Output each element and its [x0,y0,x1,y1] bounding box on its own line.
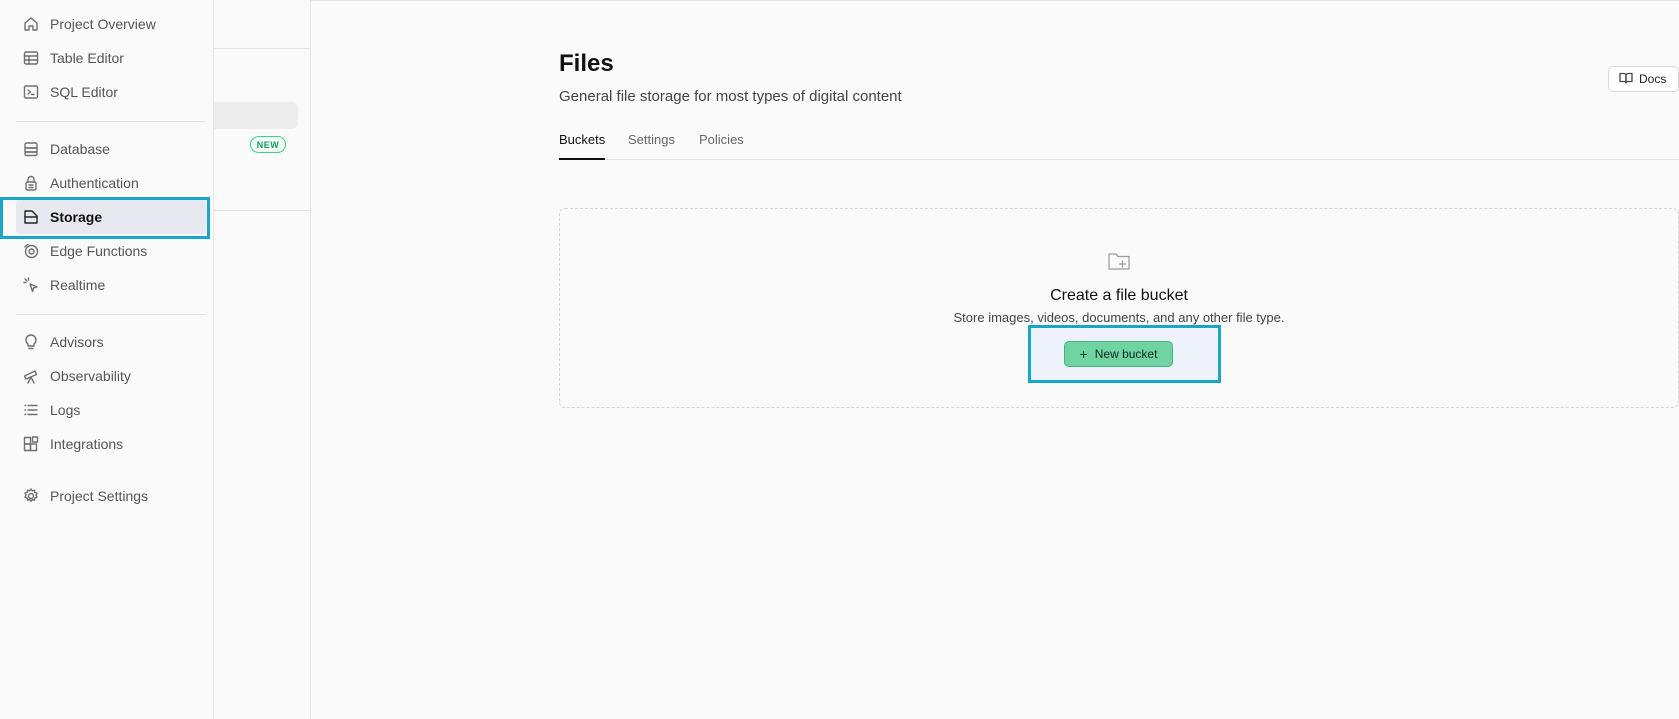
nav-label: Realtime [50,277,106,293]
list-icon [22,401,40,419]
empty-state-title: Create a file bucket [1050,287,1188,304]
nav-item-table-editor[interactable]: Table Editor [16,41,206,75]
storage-icon [22,208,40,226]
panel-divider [214,210,310,211]
nav-label: Table Editor [50,50,124,66]
nav-label: SQL Editor [50,84,118,100]
storage-side-panel: NEW [214,0,311,719]
new-badge: NEW [250,136,286,153]
header-border [311,0,1679,1]
folder-plus-icon [1106,248,1132,274]
panel-divider [214,48,310,49]
nav-item-integrations[interactable]: Integrations [16,427,206,461]
globe-icon [22,242,40,260]
nav-item-authentication[interactable]: Authentication [16,166,206,200]
blocks-icon [22,435,40,453]
nav-item-edge-functions[interactable]: Edge Functions [16,234,206,268]
nav-label: Logs [50,402,81,418]
tab-buckets[interactable]: Buckets [559,132,606,160]
nav-label: Database [50,141,110,157]
nav-item-advisors[interactable]: Advisors [16,325,206,359]
nav-label: Advisors [50,334,104,350]
tab-bar: Buckets Settings Policies [559,130,1679,160]
nav-label: Storage [50,209,103,225]
docs-button[interactable]: Docs [1608,66,1679,92]
tab-policies[interactable]: Policies [699,132,744,160]
table-icon [22,49,40,67]
nav-label: Project Settings [50,488,149,504]
nav-divider [16,314,206,315]
nav-item-observability[interactable]: Observability [16,359,206,393]
new-bucket-label: New bucket [1094,347,1158,361]
nav-item-project-overview[interactable]: Project Overview [16,7,206,41]
nav-item-project-settings[interactable]: Project Settings [16,479,206,513]
page-subtitle: General file storage for most types of d… [559,88,902,105]
tab-settings[interactable]: Settings [628,132,675,160]
nav-item-realtime[interactable]: Realtime [16,268,206,302]
empty-state-description: Store images, videos, documents, and any… [953,310,1285,325]
nav-divider [16,121,206,122]
database-icon [22,140,40,158]
nav-label: Integrations [50,436,124,452]
lightbulb-icon [22,333,40,351]
lock-icon [22,174,40,192]
gear-icon [22,487,40,505]
nav-label: Project Overview [50,16,156,32]
book-icon [1619,71,1633,88]
nav-item-storage[interactable]: Storage [16,200,206,234]
terminal-icon [22,83,40,101]
nav-label: Observability [50,368,131,384]
sidebar-nav: Project Overview Table Editor SQL Editor… [0,0,214,719]
home-icon [22,15,40,33]
panel-search-bar[interactable] [214,102,298,129]
nav-item-database[interactable]: Database [16,132,206,166]
nav-item-logs[interactable]: Logs [16,393,206,427]
nav-label: Authentication [50,175,139,191]
page-title: Files [559,50,614,77]
telescope-icon [22,367,40,385]
cursor-icon [22,276,40,294]
nav-label: Edge Functions [50,243,148,259]
new-bucket-button[interactable]: + New bucket [1064,341,1173,367]
docs-label: Docs [1639,72,1667,86]
plus-icon: + [1079,346,1088,362]
nav-item-sql-editor[interactable]: SQL Editor [16,75,206,109]
